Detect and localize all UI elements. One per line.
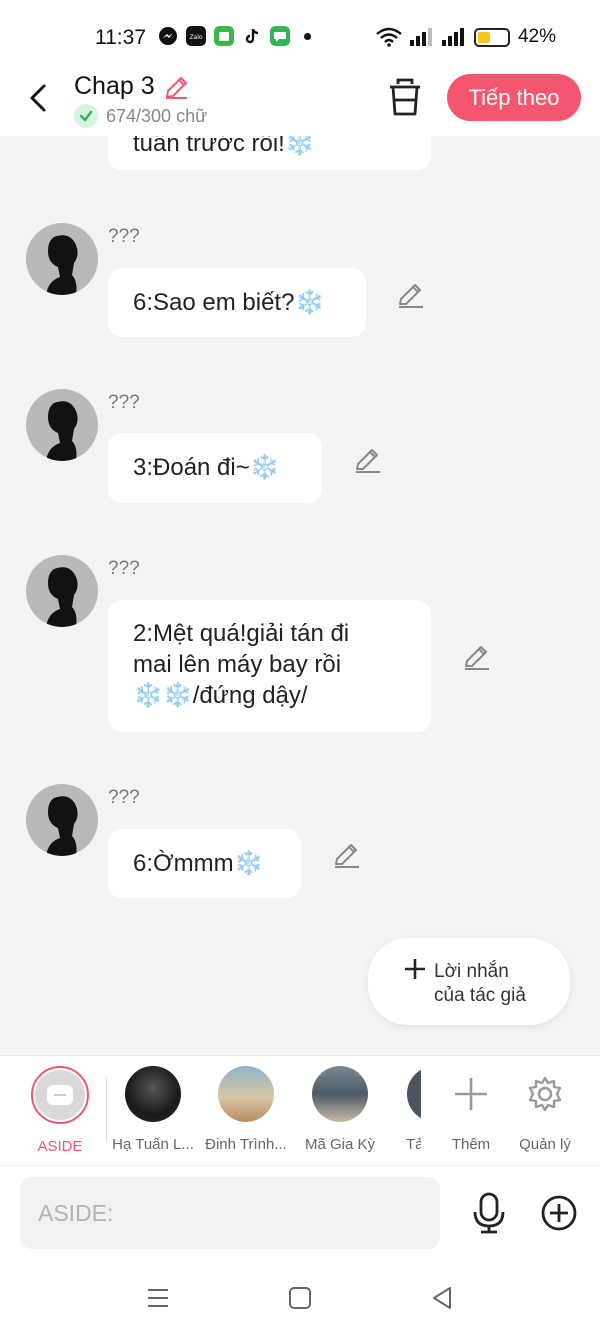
more-notifications-dot [304,32,311,40]
edit-icon[interactable] [462,642,492,672]
author-note-button[interactable]: Lời nhắn của tác giả [368,938,570,1025]
tiktok-icon [245,28,259,44]
plus-icon [455,1078,487,1110]
manage-characters-button[interactable]: Quản lý [500,1066,590,1153]
edit-icon[interactable] [396,280,426,310]
character-name: Tả [406,1136,421,1153]
message-line: mai lên máy bay rồi [133,651,342,678]
status-bar: 11:37 Zalo 42% [0,0,600,72]
message-text: 6:Sao em biết?❄️ [133,289,325,316]
silhouette-icon [46,235,78,295]
manage-label: Quản lý [519,1136,571,1153]
chapter-title: Chap 3 [74,72,155,100]
word-count: 674/300 chữ [106,105,208,126]
sender-name: ??? [108,392,140,413]
character-aside[interactable]: ASIDE [15,1066,105,1155]
word-count-row: 674/300 chữ [74,104,207,128]
back-triangle-icon[interactable] [428,1283,458,1313]
aside-label: ASIDE [37,1138,83,1155]
sender-name: ??? [108,226,140,247]
voice-button[interactable] [470,1192,508,1234]
message-text: 3:Đoán đi~❄️ [133,454,280,481]
edit-icon[interactable] [353,445,383,475]
messages-icon [270,26,290,46]
message-bubble[interactable]: 2:Mệt quá!giải tán đi mai lên máy bay rồ… [108,600,431,732]
chat-area: tuần trước rồi!❄️ ??? 6:Sao em biết?❄️ ?… [0,136,600,1055]
character-name: Hạ Tuấn L... [112,1136,194,1153]
status-time: 11:37 [95,26,146,49]
edit-title-icon[interactable] [163,73,191,101]
character-avatar [125,1066,181,1122]
svg-text:Zalo: Zalo [189,34,202,41]
app-screen: 11:37 Zalo 42% Chap 3 674/300 chữ Tiếp t… [0,0,600,1333]
message-bubble[interactable]: 3:Đoán đi~❄️ [108,433,322,503]
avatar[interactable] [26,389,98,461]
chat-bubble-icon [47,1085,73,1105]
battery-icon [473,27,510,47]
message-bubble-partial[interactable]: tuần trước rồi!❄️ [108,136,431,170]
menu-icon[interactable] [143,1283,173,1313]
wifi-icon [376,27,402,47]
delete-button[interactable] [386,76,424,120]
avatar[interactable] [26,223,98,295]
messenger-icon [159,27,177,45]
edit-icon[interactable] [332,840,362,870]
chevron-left-icon [30,84,46,112]
message-bubble[interactable]: 6:Sao em biết?❄️ [108,268,366,337]
character-item[interactable]: Mã Gia Kỳ [295,1066,385,1153]
avatar[interactable] [26,555,98,627]
aside-avatar [31,1066,89,1124]
message-input[interactable] [20,1177,440,1249]
message-line: ❄️❄️/đứng dậy/ [133,682,308,709]
battery-fill [477,31,490,43]
avatar[interactable] [26,784,98,856]
notification-icons: Zalo [158,26,311,46]
battery-percent: 42% [517,26,556,47]
character-item[interactable]: Đinh Trình... [201,1066,291,1153]
silhouette-icon [46,401,78,461]
back-button[interactable] [18,78,58,118]
gear-icon [528,1076,562,1112]
microphone-icon [473,1192,505,1234]
character-avatar [312,1066,368,1122]
author-note-line: Lời nhắn [434,961,509,982]
plus-circle-icon [541,1195,577,1231]
message-bubble[interactable]: 6:Ờmmm❄️ [108,829,301,898]
system-indicators: 42% [376,26,556,48]
signal-icon [409,28,432,46]
signal-icon-2 [441,28,464,46]
system-nav-bar [0,1261,600,1333]
character-bar: ASIDE Hạ Tuấn L... Đinh Trình... Mã Gia … [0,1055,600,1165]
silhouette-icon [46,567,78,627]
store-icon [214,26,234,46]
zalo-icon: Zalo [186,26,206,46]
silhouette-icon [46,796,78,856]
trash-icon [390,78,420,116]
add-attachment-button[interactable] [540,1194,578,1232]
chapter-header: Chap 3 674/300 chữ Tiếp theo [0,72,600,136]
message-line: 2:Mệt quá!giải tán đi [133,620,350,647]
character-name: Mã Gia Kỳ [304,1136,376,1153]
message-text: 6:Ờmmm❄️ [133,850,264,877]
author-note-label: Lời nhắn của tác giả [434,960,554,1008]
author-note-line: của tác giả [434,985,526,1006]
character-name: Đinh Trình... [205,1136,287,1153]
sender-name: ??? [108,558,140,579]
next-button[interactable]: Tiếp theo [447,74,581,121]
character-item[interactable]: Tả [393,1066,421,1153]
check-icon [74,104,98,128]
plus-icon [405,959,425,979]
character-avatar [407,1066,421,1122]
divider [106,1078,107,1142]
sender-name: ??? [108,787,140,808]
message-text: tuần trước rồi!❄️ [133,136,315,157]
character-avatar [218,1066,274,1122]
chapter-title-group[interactable]: Chap 3 [74,72,191,101]
home-icon[interactable] [285,1283,315,1313]
input-bar [0,1165,600,1261]
character-item[interactable]: Hạ Tuấn L... [108,1066,198,1153]
